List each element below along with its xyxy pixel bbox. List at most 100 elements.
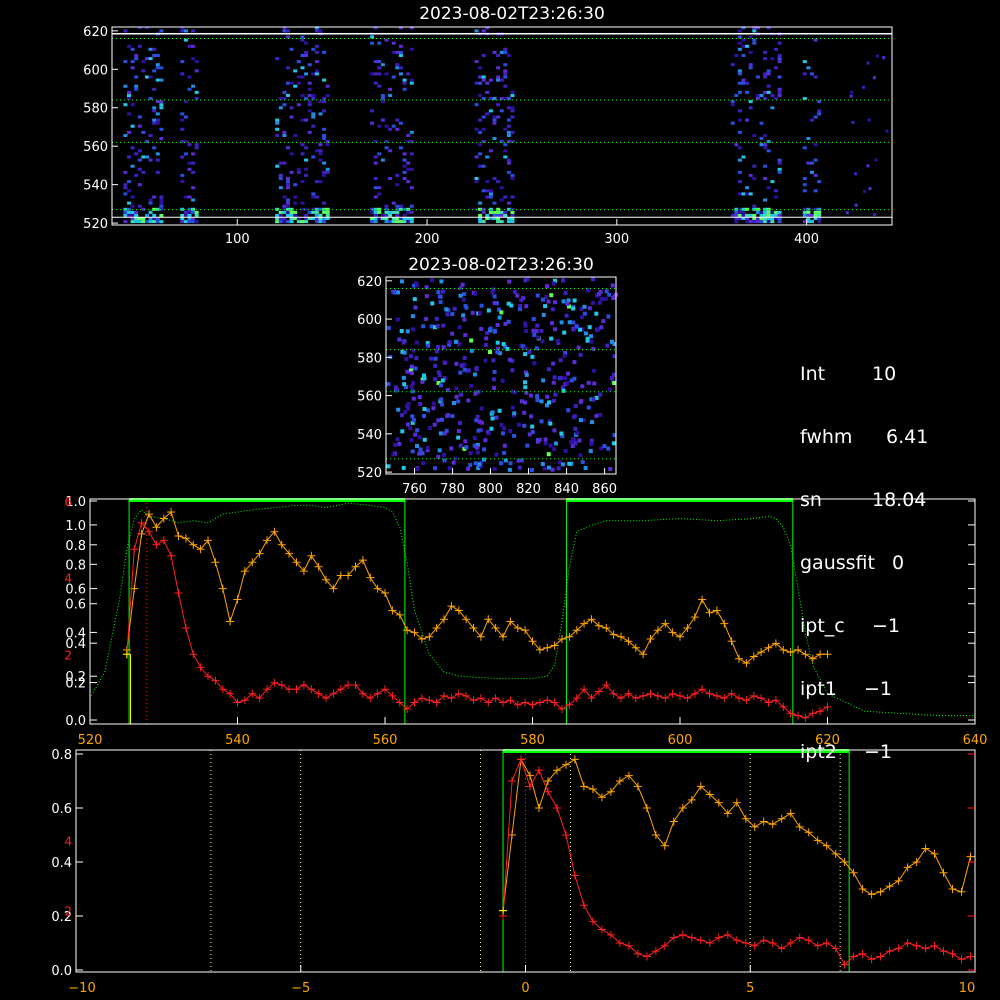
heatmap-cell [573,441,578,446]
heatmap-cell [474,60,479,64]
heatmap-cell [399,329,404,333]
heatmap-cell [286,183,290,187]
y-tick-label: 600 [83,63,108,78]
heatmap-cell [152,47,157,51]
heatmap-cell [494,452,499,457]
x-tick-label: 840 [554,482,579,497]
heatmap-cell [475,414,480,419]
heatmap-cell [325,207,330,211]
heatmap-cell [314,60,319,64]
heatmap-cell [763,177,768,180]
heatmap-cell [422,437,427,442]
heatmap-cell [496,180,501,184]
heatmap-cell [499,310,504,315]
red-axis-tick-label: 6 [64,495,72,509]
heatmap-cell [307,130,312,134]
heatmap-cell [849,94,853,98]
heatmap-cell [384,38,389,42]
heatmap-cell [535,398,540,402]
heatmap-cell [752,164,757,168]
heatmap-cell [380,100,385,104]
heatmap-cell [802,146,807,150]
heatmap-cell [159,103,164,107]
heatmap-cell [187,213,192,217]
heatmap-cell [777,170,782,174]
heatmap-cell [311,124,316,128]
x-tick-label: 760 [402,482,427,497]
heatmap-cell [535,293,540,298]
info-row-int: Int 10 [800,363,897,385]
data-point [314,562,323,571]
heatmap-cell [458,443,463,448]
heatmap-cell [539,328,544,333]
data-point [723,930,732,939]
heatmap-cell [145,213,149,217]
fit-info-panel: Int 10 fwhm 6.41 sn 18.04 gaussfit 0 ipt_c −1… [800,322,928,784]
heatmap-cell [777,87,782,91]
data-point [885,882,894,891]
heatmap-cell [477,419,482,424]
data-point [727,689,736,698]
heatmap-cell [134,87,139,91]
data-point [948,949,957,958]
heatmap-cell [478,130,483,134]
heatmap-cell [548,443,553,448]
heatmap-cell [286,29,290,33]
heatmap-cell [770,180,775,184]
heatmap-cell [183,195,188,199]
heatmap-cell [318,29,323,33]
x-tick-label: 100 [225,232,250,247]
heatmap-cell [395,210,400,214]
heatmap-cell [496,210,501,214]
heatmap-cell [141,60,146,64]
heatmap-cell [802,72,807,76]
heatmap-cell [282,195,287,199]
heatmap-cell [322,137,327,140]
heatmap-cell [145,75,149,79]
heatmap-cell [417,435,422,440]
x-tick-label: 400 [794,232,819,247]
heatmap-cell [478,66,483,70]
heatmap-cell [148,47,153,51]
heatmap-cell [529,414,534,419]
heatmap-cell [370,41,375,45]
heatmap-cell [741,213,746,217]
heatmap-cell [325,210,330,214]
heatmap-cell [400,279,404,284]
heatmap-cell [422,414,426,418]
data-point [631,694,640,703]
heatmap-cell [759,137,764,140]
heatmap-cell [609,376,614,380]
heatmap-cell [289,81,294,85]
heatmap-cell [492,177,497,180]
heatmap-cell [481,115,486,119]
heatmap-cell [127,90,131,94]
heatmap-cell [155,152,160,156]
heatmap-cell [475,445,480,450]
heatmap-cell [370,72,375,76]
heatmap-cell [590,420,594,425]
heatmap-cell [474,155,479,159]
heatmap-cell [424,316,429,321]
heatmap-cell [563,291,568,296]
heatmap-cell [748,106,753,110]
heatmap-cell [774,189,778,193]
y-tick-label: 0.8 [65,539,86,554]
y-tick-label-secondary: 0.2 [65,677,86,692]
heatmap-cell [556,466,561,471]
heatmap-cell [503,458,508,463]
heatmap-cell [488,189,493,193]
heatmap-cell [458,370,463,375]
heatmap-cell [409,47,414,51]
heatmap-cell [468,463,473,468]
heatmap-cell [145,57,149,61]
heatmap-cell [451,460,456,465]
data-point [344,681,353,689]
heatmap-cell [802,210,807,214]
y-tick-label-secondary: 1.0 [65,519,86,534]
heatmap-cell [155,66,160,70]
heatmap-cell [591,347,596,351]
heatmap-cell [410,314,415,319]
heatmap-cell [395,63,400,67]
heatmap-cell [304,41,309,45]
